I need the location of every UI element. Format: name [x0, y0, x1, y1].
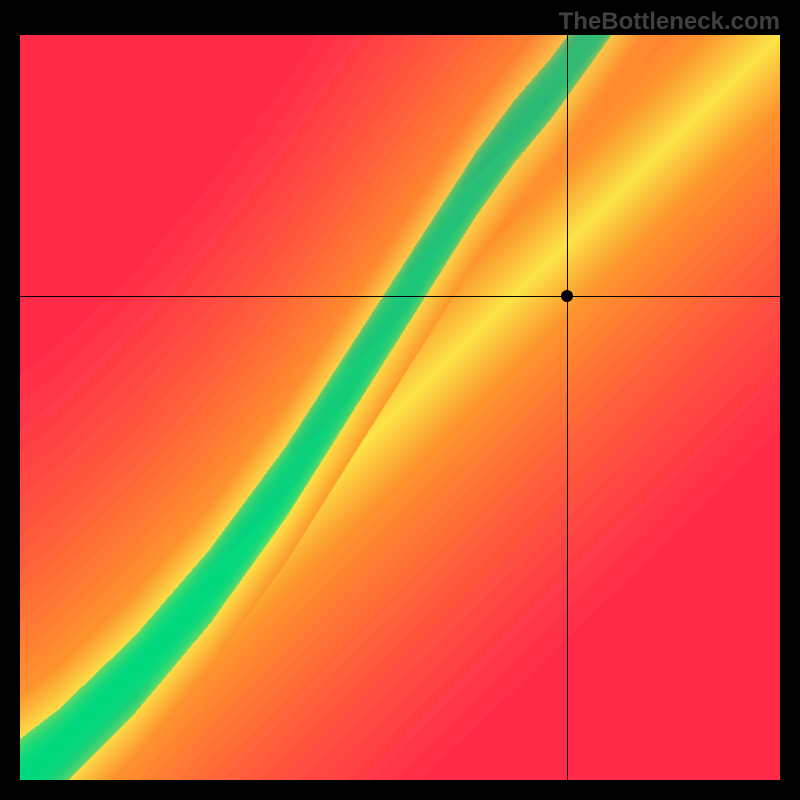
heatmap-plot [20, 35, 780, 780]
crosshair-vertical [567, 35, 568, 780]
heatmap-canvas [20, 35, 780, 780]
marker-point [561, 290, 573, 302]
crosshair-horizontal [20, 296, 780, 297]
watermark-text: TheBottleneck.com [559, 8, 780, 36]
